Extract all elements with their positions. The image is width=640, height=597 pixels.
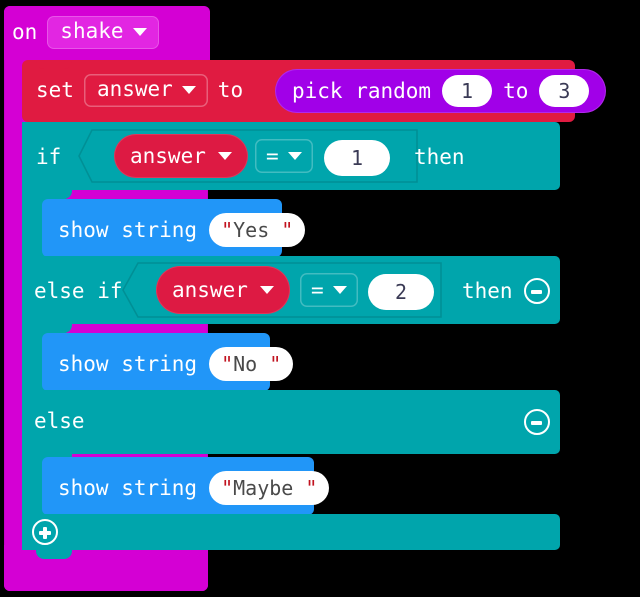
show-string-text-no: No [233, 352, 270, 376]
pick-random-block[interactable]: pick random 1 to 3 [275, 69, 607, 113]
if-condition-variable-name: answer [130, 143, 206, 168]
pick-random-max-input[interactable]: 3 [539, 75, 590, 107]
set-label: set [36, 78, 74, 102]
show-string-block-yes[interactable]: show string " Yes " [42, 199, 306, 257]
chevron-down-icon [217, 152, 232, 160]
chevron-down-icon [132, 27, 147, 36]
else-if-row-notch [36, 324, 72, 333]
close-quote-no: " [269, 352, 282, 376]
chevron-down-icon [287, 152, 302, 160]
show-string-value-yes[interactable]: " Yes " [209, 213, 306, 247]
else-if-keyword: else if [34, 279, 123, 303]
open-quote-yes: " [221, 218, 234, 242]
event-dropdown[interactable]: shake [47, 16, 159, 49]
to-label: to [217, 78, 244, 102]
if-keyword: if [36, 145, 62, 169]
else-if-condition-operator-symbol: = [311, 277, 324, 302]
show-string-text-yes: Yes [233, 218, 282, 242]
variable-dropdown[interactable]: answer [83, 74, 208, 107]
minus-icon-bar [531, 290, 542, 294]
open-quote-maybe: " [221, 476, 234, 500]
else-if-condition-variable[interactable]: answer [156, 266, 290, 314]
conditional-footer-row[interactable] [22, 514, 560, 550]
else-if-condition-variable-name: answer [172, 277, 248, 302]
on-shake-event-footer [4, 545, 208, 591]
plus-icon[interactable] [32, 519, 58, 545]
on-shake-row: on shake [12, 16, 159, 49]
show-string-row-maybe: show string " Maybe " [58, 471, 330, 505]
chevron-down-icon [259, 286, 274, 294]
variable-dropdown-value: answer [96, 77, 173, 101]
set-block-notch [36, 60, 72, 69]
minus-icon-bar [531, 421, 542, 425]
if-condition-value[interactable]: 1 [324, 140, 390, 176]
pick-random-min-input[interactable]: 1 [442, 75, 493, 107]
else-branch-row[interactable] [22, 390, 560, 454]
if-condition-operator[interactable]: = [255, 139, 313, 173]
else-if-condition-value[interactable]: 2 [368, 274, 434, 310]
show-string-block-maybe[interactable]: show string " Maybe " [42, 457, 330, 515]
else-if-then-label: then [462, 279, 513, 303]
pick-random-to-label: to [503, 78, 529, 103]
if-row-notch [36, 190, 72, 199]
blockly-workspace[interactable]: on shake set answer to pick random 1 to … [0, 0, 640, 597]
open-quote-no: " [221, 352, 234, 376]
else-if-condition-operator[interactable]: = [300, 273, 358, 307]
close-quote-maybe: " [305, 476, 318, 500]
plus-icon-vertical-bar [42, 526, 47, 539]
show-string-label-yes: show string [58, 217, 198, 242]
show-string-row-yes: show string " Yes " [58, 213, 306, 247]
minus-icon[interactable] [524, 409, 550, 435]
close-quote-yes: " [281, 218, 294, 242]
if-then-label: then [414, 145, 465, 169]
conditional-footer-notch [36, 550, 72, 559]
show-string-value-no[interactable]: " No " [209, 347, 294, 381]
show-string-label-no: show string [58, 351, 198, 376]
set-variable-block[interactable]: set answer to pick random 1 to 3 [22, 60, 607, 122]
show-string-text-maybe: Maybe [233, 476, 306, 500]
if-condition-variable[interactable]: answer [114, 134, 248, 178]
event-dropdown-value: shake [60, 19, 124, 43]
if-condition-operator-symbol: = [266, 143, 279, 168]
show-string-value-maybe[interactable]: " Maybe " [209, 471, 330, 505]
show-string-row-no: show string " No " [58, 347, 294, 381]
minus-icon[interactable] [524, 278, 550, 304]
set-variable-row: set answer to [36, 74, 243, 107]
on-label: on [12, 20, 38, 44]
pick-random-label: pick random [292, 78, 432, 103]
show-string-label-maybe: show string [58, 475, 198, 500]
chevron-down-icon [181, 85, 196, 94]
else-keyword: else [34, 409, 85, 433]
chevron-down-icon [332, 286, 347, 294]
show-string-block-no[interactable]: show string " No " [42, 333, 294, 391]
